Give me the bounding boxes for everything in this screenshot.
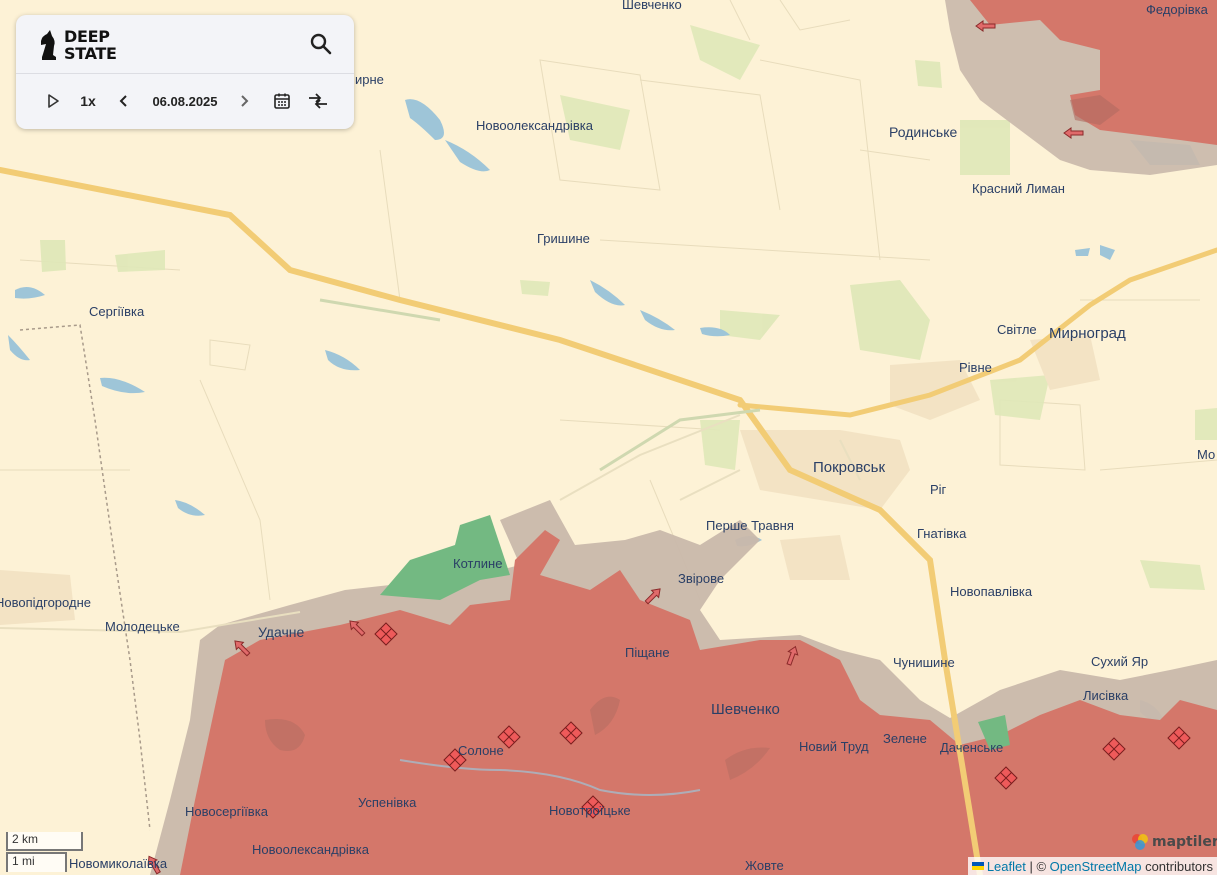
place-label: Перше Травня	[706, 518, 794, 533]
ukraine-flag-icon	[971, 862, 984, 870]
attribution-separator: | ©	[1025, 858, 1050, 874]
leaflet-link[interactable]: Leaflet	[987, 859, 1026, 874]
place-label: Новопавлівка	[950, 584, 1033, 599]
place-label: Жовте	[745, 858, 784, 873]
chess-knight-icon	[41, 30, 56, 60]
place-label: Шевченко	[622, 0, 682, 12]
scale-bar-metric: 2 km	[6, 832, 83, 851]
place-label: Родинське	[889, 124, 958, 140]
place-label: Солоне	[458, 743, 504, 758]
place-label: Новотроїцьке	[549, 803, 631, 818]
place-label: Рівне	[959, 360, 992, 375]
place-label: Успенівка	[358, 795, 417, 810]
next-date-button[interactable]	[234, 87, 254, 115]
calendar-icon	[274, 93, 290, 109]
place-label: Гришине	[537, 231, 590, 246]
place-label: Новосергіївка	[185, 804, 268, 819]
openstreetmap-link[interactable]: OpenStreetMap	[1050, 859, 1142, 874]
search-button[interactable]	[308, 31, 334, 57]
place-label: Піщане	[625, 645, 670, 660]
maptiler-logo[interactable]: maptiler	[1130, 832, 1217, 852]
timeline-panel: DEEP STATE 1x 06.08.2025	[16, 15, 354, 129]
place-label: Новопідгородне	[0, 595, 91, 610]
place-label: Красний Лиман	[972, 181, 1065, 196]
scale-bar-imperial: 1 mi	[6, 852, 67, 872]
city-label: Покровськ	[813, 459, 886, 476]
place-label: Новий Труд	[799, 739, 869, 754]
place-label: Молодецьке	[105, 619, 180, 634]
place-label: Новомиколаївка	[69, 856, 168, 871]
play-button[interactable]	[42, 87, 64, 115]
date-display[interactable]: 06.08.2025	[144, 87, 226, 115]
place-label: Сухий Яр	[1091, 654, 1149, 669]
place-label: Звірове	[678, 571, 725, 586]
panel-divider	[16, 73, 354, 74]
place-label: Удачне	[258, 624, 305, 640]
deepstate-logo[interactable]: DEEP STATE	[38, 25, 117, 65]
place-label: Федорівка	[1146, 2, 1208, 17]
place-label: Лисівка	[1083, 688, 1129, 703]
speed-button[interactable]: 1x	[76, 87, 100, 115]
map-canvas[interactable]	[0, 0, 1217, 875]
place-label: Світле	[997, 322, 1037, 337]
place-label: Новоолександрівка	[476, 118, 593, 133]
map-attribution: Leaflet | © OpenStreetMap contributors	[967, 857, 1217, 875]
place-label: Котлине	[453, 556, 503, 571]
place-label: Даченське	[940, 740, 1004, 755]
maptiler-icon	[1132, 834, 1148, 850]
city-label: Мирноград	[1049, 325, 1126, 342]
search-icon	[310, 33, 332, 55]
place-label: Чунишине	[893, 655, 955, 670]
place-label: Зелене	[883, 731, 927, 746]
logo-line-2: STATE	[64, 44, 117, 63]
previous-date-button[interactable]	[114, 87, 134, 115]
place-label: Мо	[1197, 447, 1216, 462]
calendar-button[interactable]	[270, 87, 294, 115]
chevron-right-icon	[241, 95, 249, 107]
logo-line-1: DEEP	[64, 27, 110, 46]
place-label: Гнатівка	[917, 526, 967, 541]
place-label: Сергіївка	[89, 304, 145, 319]
chevron-left-icon	[119, 95, 127, 107]
maptiler-text: maptiler	[1152, 834, 1217, 850]
place-label: Шевченко	[711, 701, 780, 718]
place-label: Ріг	[930, 482, 947, 497]
compare-arrows-icon	[309, 93, 327, 109]
place-label: Новоолександрівка	[252, 842, 369, 857]
compare-button[interactable]	[306, 87, 330, 115]
place-label: ирне	[355, 72, 384, 87]
play-icon	[48, 94, 59, 108]
attribution-suffix: contributors	[1141, 858, 1213, 874]
